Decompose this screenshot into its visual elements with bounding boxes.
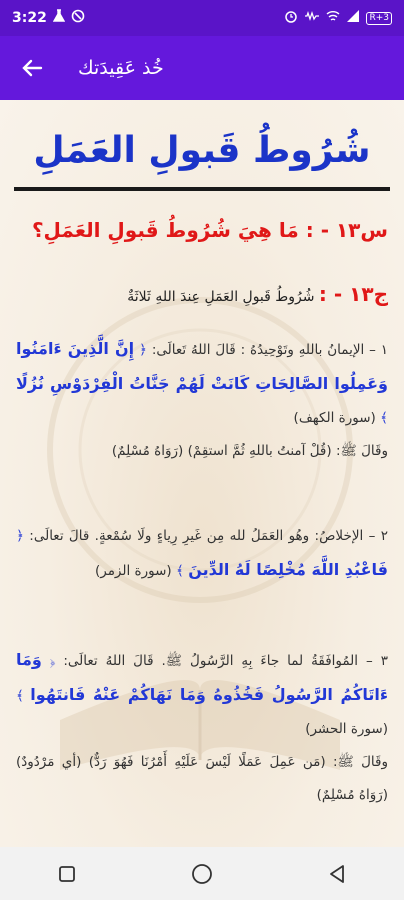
bracket-close-icon: ﴾ [175,563,184,579]
data-saver-icon [71,9,85,27]
heading-divider [14,187,390,191]
recents-square-icon[interactable] [52,859,82,889]
condition-1-ref: (سورة الكهف) [293,410,376,426]
bracket-close-icon: ﴾ [16,688,24,704]
answer-label: ج١٣ - : [318,282,388,306]
back-triangle-icon[interactable] [322,859,352,889]
page-heading: شُرُوطُ قَبولِ العَمَلِ [33,130,371,171]
condition-3-ref: (سورة الحشر) [305,721,388,737]
bracket-open-icon: ﴿ [16,528,24,544]
vibrate-icon [304,10,320,26]
signal-icon [346,10,360,26]
back-arrow-icon[interactable] [16,52,48,84]
condition-2-ref: (سورة الزمر) [94,563,172,579]
bracket-open-icon: ﴿ [139,342,147,358]
bracket-close-icon: ﴾ [380,410,388,426]
condition-1: ١ – الإيمانُ باللهِ وتَوْحِيدُهُ : قَالَ… [16,332,388,468]
content-area[interactable]: شُرُوطُ قَبولِ العَمَلِ س١٣ - : مَا هِيَ… [0,100,404,847]
status-time: 3:22 [12,10,47,26]
app-bar: خُذ عَقِيدَتك [0,36,404,100]
app-title: خُذ عَقِيدَتك [78,57,164,79]
alarm-icon [284,9,298,27]
condition-3: ٣ – المُوافَقَةُ لما جاءَ بِهِ الرَّسُول… [16,643,388,812]
condition-2-intro: ٢ – الإخلاصُ: وهُو العَمَلُ لله مِن غَير… [29,528,388,544]
wifi-icon [326,10,340,26]
home-circle-icon[interactable] [187,859,217,889]
condition-2: ٢ – الإخلاصُ: وهُو العَمَلُ لله مِن غَير… [16,520,388,588]
condition-1-hadith-intro: وقَالَ ﷺ: [335,443,388,459]
condition-1-hadith: (قُلْ آمنتُ باللهِ ثُمَّ استقِمْ) (رَوَا… [111,443,332,459]
bracket-open-icon: ﴿ [49,653,56,669]
flask-icon [52,9,66,27]
question-text: س١٣ - : مَا هِيَ شُرُوطُ قَبولِ العَمَلِ… [31,218,388,242]
condition-1-intro: ١ – الإيمانُ باللهِ وتَوْحِيدُهُ : قَالَ… [151,342,388,358]
condition-3-hadith-intro: وقَالَ ﷺ: [332,754,388,770]
status-bar: 3:22 R+3 [0,0,404,36]
battery-badge: R+3 [366,11,392,25]
condition-3-intro: ٣ – المُوافَقَةُ لما جاءَ بِهِ الرَّسُول… [63,653,388,669]
system-nav-bar [0,847,404,900]
answer-line: ج١٣ - : شُرُوطُ قَبولِ العَمَلِ عِندَ ال… [16,282,388,306]
condition-2-verse: فَاعْبُدِ اللَّهَ مُخْلِصًا لَهُ الدِّين… [188,560,388,579]
answer-text: شُرُوطُ قَبولِ العَمَلِ عِندَ اللهِ ثَلا… [127,289,315,305]
